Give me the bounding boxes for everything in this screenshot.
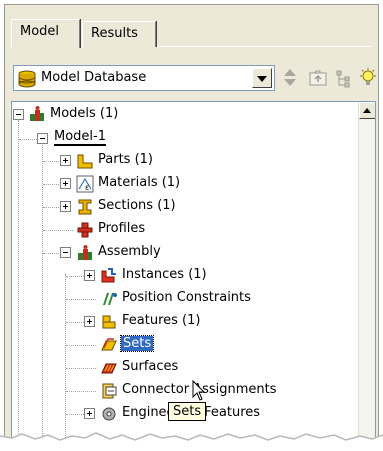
expand-icon[interactable] [60,178,71,189]
model-database-select[interactable]: Model Database [13,65,275,91]
expand-icon[interactable] [84,270,95,281]
tree-node-models[interactable]: Models (1) [50,106,118,121]
expand-icon[interactable] [84,316,95,327]
lightbulb-icon[interactable] [357,67,379,89]
materials-icon: ε [76,175,94,193]
tree-expand-icon[interactable] [333,67,355,89]
svg-text:ε: ε [85,183,89,192]
expand-icon[interactable] [84,408,95,419]
features-icon [100,313,118,331]
connector-assignments-icon [100,382,118,400]
tab-bar: Model Results [11,19,371,48]
tree-node-sets[interactable]: Sets [119,335,155,352]
tree-node-parts[interactable]: Parts (1) [98,152,153,167]
engineering-features-icon [100,405,118,423]
up-down-arrows-icon[interactable] [279,67,301,89]
tree-node-sections[interactable]: Sections (1) [98,198,176,213]
chevron-down-icon[interactable] [252,68,272,88]
assembly-icon [76,244,94,262]
mouse-cursor-icon [192,379,206,406]
folder-up-icon[interactable] [307,67,329,89]
sets-icon [100,336,118,354]
collapse-icon[interactable] [13,109,24,120]
expand-icon[interactable] [60,201,71,212]
scroll-up-arrow-icon[interactable] [359,102,375,119]
sections-icon [76,198,94,216]
tree-node-assembly[interactable]: Assembly [98,244,161,259]
tree-guide [18,120,19,448]
surfaces-icon [100,359,118,377]
tree-node-materials[interactable]: Materials (1) [98,175,180,190]
collapse-icon[interactable] [37,133,48,144]
vertical-scrollbar[interactable] [358,102,375,448]
collapse-icon[interactable] [60,247,71,258]
position-constraints-icon [100,290,118,308]
tab-results[interactable]: Results [82,21,156,47]
instances-icon [100,267,118,285]
tree-guide [65,274,66,448]
torn-edge [0,432,383,451]
toolbar: Model Database [11,65,376,91]
tree-node-features[interactable]: Features (1) [122,313,200,328]
tree-node-position-constraints[interactable]: Position Constraints [122,290,251,305]
tab-model[interactable]: Model [11,19,80,48]
parts-icon [76,152,94,170]
tree-node-surfaces[interactable]: Surfaces [122,359,178,374]
tree-node-model-1[interactable]: Model-1 [54,129,106,146]
database-icon [17,70,37,92]
tree-guide [42,142,43,448]
profiles-icon [76,221,94,239]
tree-node-profiles[interactable]: Profiles [98,221,145,236]
combo-value: Model Database [41,70,147,85]
models-icon [28,105,46,123]
expand-icon[interactable] [60,155,71,166]
tree-node-instances[interactable]: Instances (1) [122,267,207,282]
